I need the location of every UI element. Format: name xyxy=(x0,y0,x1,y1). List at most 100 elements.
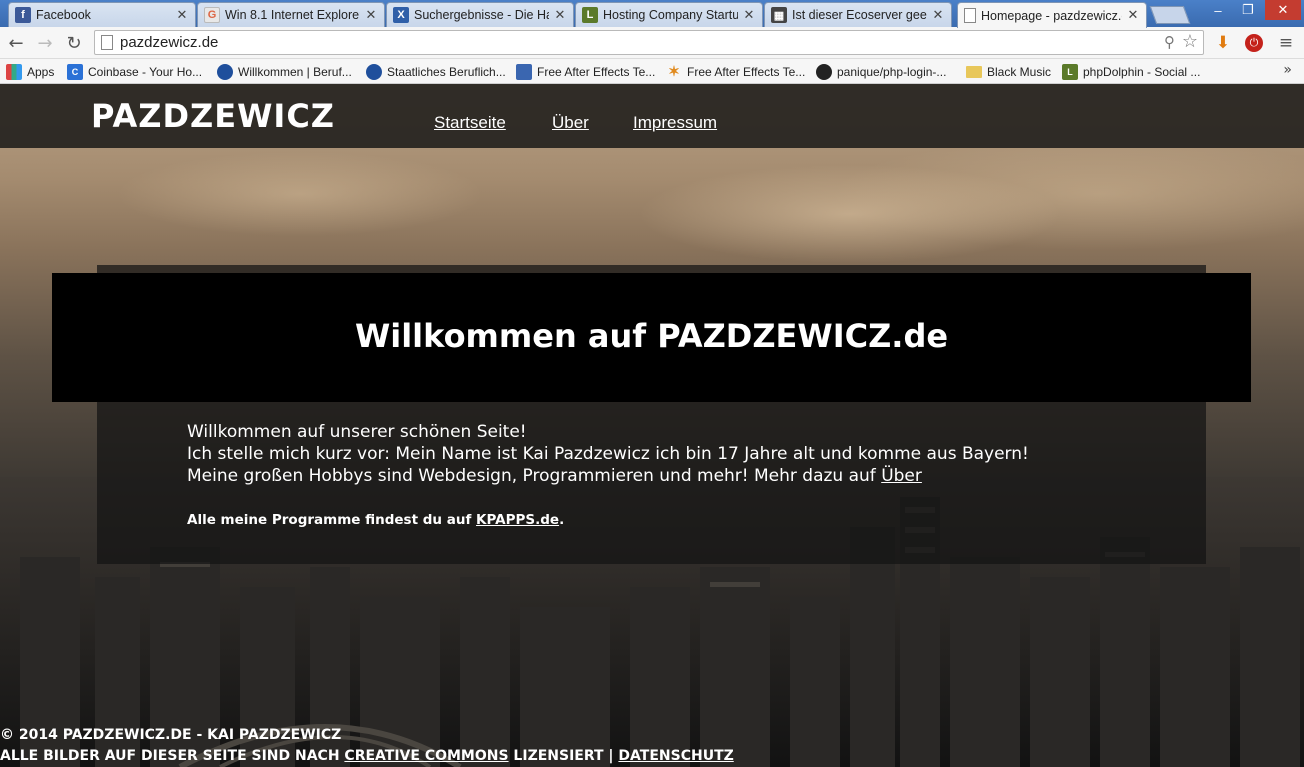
bookmarks-bar: Apps C Coinbase - Your Ho... Willkommen … xyxy=(0,59,1304,84)
menu-button[interactable]: ≡ xyxy=(1274,31,1298,55)
facebook-icon: f xyxy=(15,7,31,23)
bookmark-label: Free After Effects Te... xyxy=(537,64,656,79)
intro-text: Willkommen auf unserer schönen Seite! Ic… xyxy=(187,421,1029,487)
reload-icon: ↻ xyxy=(66,32,82,54)
license-middle-text: LIZENSIERT | xyxy=(508,748,619,764)
close-window-button[interactable]: ✕ xyxy=(1265,0,1301,20)
bookmark-apps[interactable]: Apps xyxy=(6,62,54,81)
intro-line-3-text: Meine großen Hobbys sind Webdesign, Prog… xyxy=(187,466,882,486)
close-tab-icon[interactable]: ✕ xyxy=(931,8,945,23)
download-button[interactable]: ⬇ xyxy=(1211,31,1235,55)
google-translate-icon: G xyxy=(204,7,220,23)
tab-title: Win 8.1 Internet Explorer 1 xyxy=(225,8,360,22)
programs-note-suffix: . xyxy=(559,512,565,528)
bookmark-label: phpDolphin - Social ... xyxy=(1083,64,1201,79)
tab-ecoserver[interactable]: ▦ Ist dieser Ecoserver geeign ✕ xyxy=(764,2,952,27)
bookmark-star-icon[interactable]: ☆ xyxy=(1182,31,1198,52)
bookmarks-overflow-icon[interactable]: » xyxy=(1283,62,1292,78)
creative-commons-link[interactable]: CREATIVE COMMONS xyxy=(344,748,508,764)
license-text: ALLE BILDER AUF DIESER SEITE SIND NACH xyxy=(0,748,345,764)
coinbase-icon: C xyxy=(67,63,83,80)
bookmark-label: Apps xyxy=(27,64,55,79)
tab-title: Suchergebnisse - Die Hardw xyxy=(414,8,549,22)
intro-line-2: Ich stelle mich kurz vor: Mein Name ist … xyxy=(187,444,1029,464)
programs-note: Alle meine Programme findest du auf KPAP… xyxy=(187,512,564,528)
address-bar[interactable]: pazdzewicz.de ⚲ ☆ xyxy=(94,30,1204,55)
bookmark-after-effects-1[interactable]: Free After Effects Te... xyxy=(516,62,655,81)
round-logo-icon xyxy=(366,63,382,80)
back-button[interactable]: ← xyxy=(4,31,28,55)
page-title: Willkommen auf PAZDZEWICZ.de xyxy=(354,317,949,355)
tab-win81[interactable]: G Win 8.1 Internet Explorer 1 ✕ xyxy=(197,2,385,27)
bookmark-label: Black Music xyxy=(987,64,1052,79)
download-arrow-icon: ⬇ xyxy=(1215,33,1231,53)
hamburger-menu-icon: ≡ xyxy=(1278,33,1294,53)
page-icon xyxy=(101,35,113,50)
ueber-link[interactable]: Über xyxy=(881,466,922,486)
browser-toolbar: ← → ↻ pazdzewicz.de ⚲ ☆ ⬇ ⏻ ≡ xyxy=(0,27,1304,59)
tab-title: Hosting Company Startup xyxy=(603,8,738,22)
tab-suchergebnisse[interactable]: X Suchergebnisse - Die Hardw ✕ xyxy=(386,2,574,27)
web-page: PAZDZEWICZ Startseite Über Impressum Wil… xyxy=(0,84,1304,767)
stop-sign-icon: ⏻ xyxy=(1245,34,1263,52)
bookmark-label: Coinbase - Your Ho... xyxy=(88,64,203,79)
tab-title: Homepage - pazdzewicz.d xyxy=(981,8,1122,23)
bookmark-after-effects-2[interactable]: ✶ Free After Effects Te... xyxy=(666,62,805,81)
bookmark-willkommen[interactable]: Willkommen | Beruf... xyxy=(217,62,352,81)
bookmark-php-login[interactable]: panique/php-login-... xyxy=(816,62,946,81)
license-line: ALLE BILDER AUF DIESER SEITE SIND NACH C… xyxy=(0,746,734,767)
github-icon xyxy=(816,63,832,80)
back-arrow-icon: ← xyxy=(8,32,24,54)
x-logo-icon: X xyxy=(393,7,409,23)
checker-logo-icon: ▦ xyxy=(771,7,787,23)
l-logo-icon: L xyxy=(582,7,598,23)
nav-ueber[interactable]: Über xyxy=(552,113,589,133)
close-tab-icon[interactable]: ✕ xyxy=(742,8,756,23)
bookmark-label: panique/php-login-... xyxy=(837,64,947,79)
reload-button[interactable]: ↻ xyxy=(62,31,86,55)
site-footer: © 2014 PAZDZEWICZ.DE - KAI PAZDZEWICZ AL… xyxy=(0,725,734,767)
new-tab-button[interactable] xyxy=(1149,6,1191,24)
folder-icon xyxy=(966,65,982,78)
extension-button[interactable]: ⏻ xyxy=(1242,31,1266,55)
tab-homepage[interactable]: Homepage - pazdzewicz.d ✕ xyxy=(957,2,1147,28)
nav-impressum[interactable]: Impressum xyxy=(633,113,717,133)
bookmark-black-music[interactable]: Black Music xyxy=(966,62,1051,81)
close-tab-icon[interactable]: ✕ xyxy=(364,8,378,23)
minimize-button[interactable]: – xyxy=(1203,0,1233,20)
nav-startseite[interactable]: Startseite xyxy=(434,113,506,133)
chart-bars-icon xyxy=(516,63,532,80)
forward-button[interactable]: → xyxy=(33,31,57,55)
restore-button[interactable]: ❐ xyxy=(1233,0,1263,20)
tab-hosting[interactable]: L Hosting Company Startup ✕ xyxy=(575,2,763,27)
bookmark-label: Free After Effects Te... xyxy=(687,64,806,79)
forward-arrow-icon: → xyxy=(37,32,53,54)
intro-line-1: Willkommen auf unserer schönen Seite! xyxy=(187,422,527,442)
round-logo-icon xyxy=(217,63,233,80)
close-tab-icon[interactable]: ✕ xyxy=(1126,8,1140,23)
address-url[interactable]: pazdzewicz.de xyxy=(120,34,218,51)
copyright-text: © 2014 PAZDZEWICZ.DE - KAI PAZDZEWICZ xyxy=(0,727,342,743)
bookmark-label: Staatliches Beruflich... xyxy=(387,64,506,79)
sparkle-icon: ✶ xyxy=(668,63,680,79)
site-header: PAZDZEWICZ Startseite Über Impressum xyxy=(0,84,1304,148)
bookmark-coinbase[interactable]: C Coinbase - Your Ho... xyxy=(67,62,202,81)
l-logo-icon: L xyxy=(1062,63,1078,80)
kpapps-link[interactable]: KPAPPS.de xyxy=(476,512,559,528)
close-tab-icon[interactable]: ✕ xyxy=(175,8,189,23)
bookmark-phpdolphin[interactable]: L phpDolphin - Social ... xyxy=(1062,62,1200,81)
tab-title: Ist dieser Ecoserver geeign xyxy=(792,8,927,22)
datenschutz-link[interactable]: DATENSCHUTZ xyxy=(618,748,733,764)
intro-line-3: Meine großen Hobbys sind Webdesign, Prog… xyxy=(187,465,1029,487)
apps-grid-icon xyxy=(6,63,22,80)
bookmark-staatliches[interactable]: Staatliches Beruflich... xyxy=(366,62,506,81)
close-tab-icon[interactable]: ✕ xyxy=(553,8,567,23)
tab-title: Facebook xyxy=(36,8,91,22)
search-icon[interactable]: ⚲ xyxy=(1164,33,1175,51)
programs-note-text: Alle meine Programme findest du auf xyxy=(187,512,477,528)
bookmark-label: Willkommen | Beruf... xyxy=(238,64,352,79)
site-logo[interactable]: PAZDZEWICZ xyxy=(91,97,335,135)
tab-facebook[interactable]: f Facebook ✕ xyxy=(8,2,196,27)
welcome-banner: Willkommen auf PAZDZEWICZ.de xyxy=(52,273,1251,402)
page-icon xyxy=(964,8,976,23)
